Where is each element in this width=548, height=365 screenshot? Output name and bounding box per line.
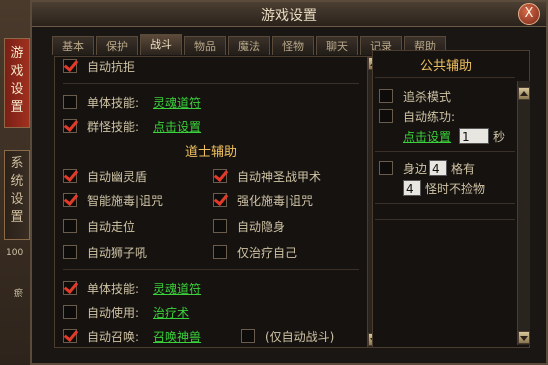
tab-protect[interactable]: 保护	[96, 36, 138, 55]
tab-combat[interactable]: 战斗	[140, 34, 182, 55]
auto-holy-armor-checkbox[interactable]	[213, 169, 227, 183]
practice-setting-row: 点击设置 1 秒	[403, 127, 505, 145]
nearby-checkbox[interactable]	[379, 161, 393, 175]
background-number: 100	[6, 248, 24, 258]
divider	[375, 151, 515, 152]
option-label: 仅治疗自己	[237, 245, 298, 260]
tab-magic[interactable]: 魔法	[228, 36, 270, 55]
auto-summon-checkbox[interactable]	[63, 329, 77, 343]
group-skill-row: 群怪技能: 点击设置	[63, 117, 201, 135]
option-label: 自动狮子吼	[87, 245, 148, 260]
no-pickup-label: 怪时不捡物	[425, 181, 486, 196]
auto-refuse-label: 自动抗拒	[87, 59, 136, 74]
single-skill-checkbox[interactable]	[63, 95, 77, 109]
divider	[375, 219, 515, 220]
option-row: 智能施毒|诅咒	[63, 191, 163, 209]
seconds-label: 秒	[493, 129, 506, 144]
auto-use-link[interactable]: 治疗术	[153, 304, 189, 321]
nearby-row: 身边 4 格有	[379, 159, 475, 177]
auto-ghost-shield-checkbox[interactable]	[63, 169, 77, 183]
auto-practice-row: 自动练功:	[379, 107, 455, 125]
chase-mode-checkbox[interactable]	[379, 89, 393, 103]
smart-poison-checkbox[interactable]	[63, 193, 77, 207]
scroll-down-button[interactable]	[518, 331, 530, 344]
side-tab-game-settings[interactable]: 游 戏 设 置	[4, 38, 30, 128]
grid-has-label: 格有	[451, 161, 476, 176]
divider	[63, 83, 359, 84]
option-label: 自动神圣战甲术	[237, 169, 322, 184]
arrow-up-icon	[520, 91, 528, 96]
auto-hide-checkbox[interactable]	[213, 219, 227, 233]
practice-setting-link[interactable]: 点击设置	[403, 128, 451, 145]
auto-use-row: 自动使用: 治疗术	[63, 303, 189, 321]
practice-seconds-input[interactable]: 1	[459, 128, 490, 144]
taoist-single-skill-label: 单体技能:	[87, 281, 140, 296]
option-label: 自动幽灵盾	[87, 169, 148, 184]
option-row: 自动神圣战甲术	[213, 167, 321, 185]
single-skill-label: 单体技能:	[87, 95, 140, 110]
tab-chat[interactable]: 聊天	[316, 36, 358, 55]
arrow-down-icon	[520, 336, 528, 341]
no-pickup-row: 4 怪时不捡物	[403, 179, 485, 197]
settings-window: 游戏设置 X 游 戏 设 置 系 统 设 置 基本 保护 战斗 物品 魔法 怪物…	[4, 0, 548, 365]
nearby-grid-input[interactable]: 4	[429, 160, 448, 176]
combat-settings-panel: 自动抗拒 单体技能: 灵魂道符 群怪技能: 点击设置 道士辅助 自动幽灵盾 自动…	[54, 56, 380, 348]
auto-refuse-checkbox[interactable]	[63, 59, 77, 73]
tab-monsters[interactable]: 怪物	[272, 36, 314, 55]
auto-use-label: 自动使用:	[87, 305, 140, 320]
auto-use-checkbox[interactable]	[63, 305, 77, 319]
group-skill-checkbox[interactable]	[63, 119, 77, 133]
auto-lion-roar-checkbox[interactable]	[63, 245, 77, 259]
group-skill-link[interactable]: 点击设置	[153, 118, 201, 135]
option-row: 自动幽灵盾	[63, 167, 147, 185]
tab-items[interactable]: 物品	[184, 36, 226, 55]
monster-count-input[interactable]: 4	[403, 180, 421, 196]
only-auto-fight-row: (仅自动战斗)	[241, 327, 334, 345]
option-row: 自动走位	[63, 217, 135, 235]
tab-basic[interactable]: 基本	[52, 36, 94, 55]
divider	[63, 269, 359, 270]
option-row: 自动隐身	[213, 217, 285, 235]
auto-refuse-row: 自动抗拒	[63, 57, 135, 75]
public-assist-title: 公共辅助	[419, 59, 472, 74]
auto-summon-label: 自动召唤:	[87, 329, 140, 344]
auto-summon-row: 自动召唤: 召唤神兽	[63, 327, 201, 345]
option-label: 自动走位	[87, 219, 136, 234]
heal-self-only-checkbox[interactable]	[213, 245, 227, 259]
auto-practice-label: 自动练功:	[403, 109, 456, 124]
single-skill-link[interactable]: 灵魂道符	[153, 94, 201, 111]
only-auto-fight-label: (仅自动战斗)	[265, 329, 335, 344]
title-bar[interactable]: 游戏设置 X	[32, 2, 546, 27]
divider	[375, 203, 515, 204]
option-label: 自动隐身	[237, 219, 286, 234]
taoist-section-title: 道士辅助	[184, 145, 237, 160]
taoist-single-skill-row: 单体技能: 灵魂道符	[63, 279, 201, 297]
option-label: 智能施毒|诅咒	[87, 193, 164, 208]
only-auto-fight-checkbox[interactable]	[241, 329, 255, 343]
single-skill-row: 单体技能: 灵魂道符	[63, 93, 201, 111]
right-scrollbar[interactable]	[517, 81, 530, 345]
divider	[375, 77, 515, 78]
side-tab-system-settings[interactable]: 系 统 设 置	[4, 150, 30, 240]
scroll-up-button[interactable]	[518, 87, 530, 100]
taoist-single-skill-link[interactable]: 灵魂道符	[153, 280, 201, 297]
chase-mode-label: 追杀模式	[403, 89, 452, 104]
auto-summon-link[interactable]: 召唤神兽	[153, 328, 201, 345]
public-assist-panel: 公共辅助 追杀模式 自动练功: 点击设置 1 秒 身边 4 格有 4 怪时不捡物	[372, 50, 530, 348]
nearby-label: 身边	[403, 161, 428, 176]
background-glyph: 瘀	[14, 289, 24, 299]
chase-mode-row: 追杀模式	[379, 87, 451, 105]
taoist-single-skill-checkbox[interactable]	[63, 281, 77, 295]
auto-practice-checkbox[interactable]	[379, 109, 393, 123]
window-title: 游戏设置	[261, 8, 317, 24]
group-skill-label: 群怪技能:	[87, 119, 140, 134]
auto-move-checkbox[interactable]	[63, 219, 77, 233]
close-button[interactable]: X	[518, 3, 540, 25]
option-row: 自动狮子吼	[63, 243, 147, 261]
option-label: 强化施毒|诅咒	[237, 193, 314, 208]
option-row: 强化施毒|诅咒	[213, 191, 313, 209]
strong-poison-checkbox[interactable]	[213, 193, 227, 207]
option-row: 仅治疗自己	[213, 243, 297, 261]
